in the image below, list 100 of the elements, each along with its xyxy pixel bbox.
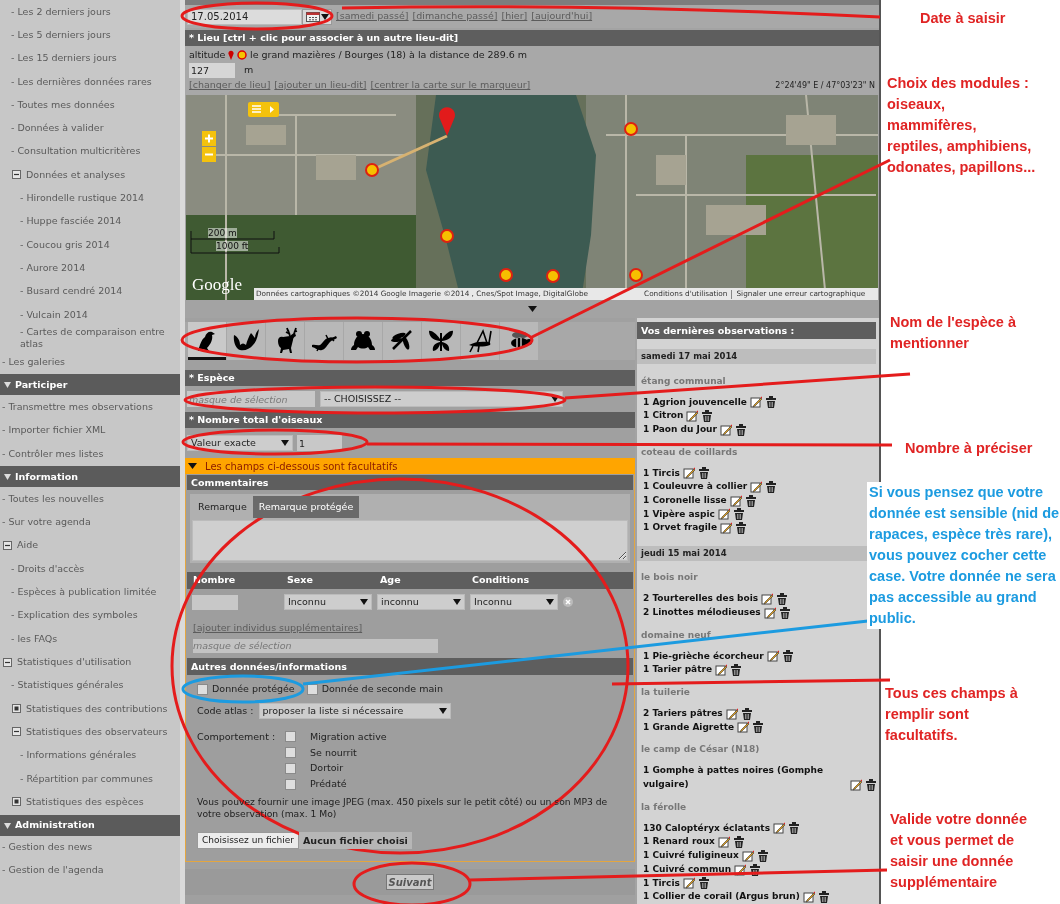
sidebar-link[interactable]: - Toutes les nouvelles [2,493,104,505]
delete-icon[interactable] [764,396,777,409]
delete-icon[interactable] [765,481,778,493]
comment-field[interactable] [192,520,628,561]
date-shortcut-link[interactable]: [aujourd'hui] [531,9,593,24]
collapse-icon[interactable] [12,170,21,180]
delete-icon[interactable] [697,877,710,890]
edit-icon[interactable] [725,707,738,720]
map-marker-icon[interactable] [365,163,379,177]
next-button[interactable]: Suivant [385,874,435,891]
checkbox[interactable] [285,778,296,790]
edit-icon[interactable] [682,877,695,890]
delete-icon[interactable] [756,849,769,862]
sidebar-link[interactable]: - les FAQs [11,632,58,645]
edit-icon[interactable] [802,890,815,903]
atlas-code-dropdown[interactable]: proposer la liste si nécessaire [258,703,451,719]
sidebar-link[interactable]: - Consultation multicritères [11,145,141,158]
edit-icon[interactable] [682,467,695,480]
module-tab[interactable] [422,322,460,360]
sidebar-link[interactable]: - Importer fichier XML [2,424,106,437]
checkbox[interactable] [285,731,296,743]
edit-icon[interactable] [729,494,742,507]
module-tab[interactable] [266,322,304,360]
date-field[interactable]: 17.05.2014 [187,8,302,25]
delete-icon[interactable] [744,494,757,507]
edit-icon[interactable] [850,778,862,791]
sidebar-group-label[interactable]: Données et analyses [26,167,126,182]
choose-file-button[interactable]: Choisissez un fichier [197,832,299,850]
sidebar-link[interactable]: - Toutes mes données [11,98,115,111]
place-link[interactable]: [ajouter un lieu-dit] [274,78,367,93]
checkbox[interactable] [306,683,318,695]
attribute-dropdown[interactable]: Inconnu [470,594,558,610]
sidebar-link[interactable]: - Sur votre agenda [2,516,91,529]
date-shortcut-link[interactable]: [samedi passé] [336,9,409,24]
collapse-icon[interactable] [12,727,21,737]
sidebar-link[interactable]: - Données à valider [11,122,104,135]
delete-icon[interactable] [865,778,877,791]
map-marker-icon[interactable] [629,268,643,282]
sidebar-section-header[interactable]: Participer [0,374,180,396]
delete-icon[interactable] [730,663,742,676]
attribute-dropdown[interactable]: Inconnu [284,594,372,610]
delete-icon[interactable] [778,606,791,619]
map-marker-icon[interactable] [499,268,513,282]
mask-field[interactable]: masque de sélection [193,639,438,653]
sidebar-link[interactable]: - Droits d'accès [11,562,85,575]
sidebar-group-label[interactable]: Statistiques des contributions [26,701,168,716]
add-individuals-link[interactable]: [ajouter individus supplémentaires] [193,621,363,635]
delete-icon[interactable] [740,707,753,720]
checkbox[interactable] [285,747,296,759]
edit-icon[interactable] [717,508,730,521]
date-shortcut-link[interactable]: [dimanche passé] [412,9,498,24]
sidebar-link[interactable]: - Les galeries [2,355,66,368]
species-dropdown[interactable]: -- CHOISISSEZ -- [320,391,563,407]
sidebar-group-label[interactable]: Aide [17,538,38,553]
sidebar-link[interactable]: - Les 5 derniers jours [11,28,111,41]
delete-icon[interactable] [752,721,765,734]
sidebar-link[interactable]: - Contrôler mes listes [2,447,104,460]
sidebar-group-label[interactable]: Statistiques des observateurs [26,724,168,740]
module-tab[interactable] [305,322,343,360]
delete-icon[interactable] [697,467,710,480]
edit-icon[interactable] [734,863,747,876]
edit-icon[interactable] [750,481,763,493]
delete-icon[interactable] [732,508,745,521]
collapse-map-icon[interactable] [527,306,537,312]
edit-icon[interactable] [749,396,762,409]
delete-icon[interactable] [788,822,800,835]
map-marker-icon[interactable] [546,269,560,283]
sidebar-link[interactable]: - Espèces à publication limitée [11,586,157,599]
delete-icon[interactable] [749,863,762,876]
edit-icon[interactable] [686,409,699,422]
place-link[interactable]: [centrer la carte sur le marqueur] [370,78,531,93]
expand-icon[interactable] [12,797,21,807]
delete-icon[interactable] [735,522,748,535]
sidebar-link[interactable]: - Informations générales [20,749,137,762]
sidebar-link[interactable]: - Explication des symboles [11,609,138,622]
sidebar-link[interactable]: - Gestion des news [2,841,93,854]
module-tab[interactable] [383,322,421,360]
expand-icon[interactable] [12,704,21,714]
altitude-field[interactable]: 127 [189,62,235,78]
edit-icon[interactable] [761,592,774,605]
sidebar-link[interactable]: - Vulcain 2014 [20,308,88,321]
sidebar-link[interactable]: - Huppe fasciée 2014 [20,215,122,228]
edit-icon[interactable] [741,849,754,862]
sidebar-link[interactable]: - Les 15 derniers jours [11,52,117,65]
sidebar-link[interactable]: - Les 2 derniers jours [11,5,111,18]
collapse-icon[interactable] [3,541,12,551]
delete-icon[interactable] [732,836,745,849]
delete-icon[interactable] [817,890,830,903]
number-field[interactable] [192,594,238,610]
sidebar-section-header[interactable]: Administration [0,814,180,836]
edit-icon[interactable] [737,721,750,734]
sidebar-link[interactable]: - Gestion de l'agenda [2,864,104,877]
sidebar-section-header[interactable]: Information [0,466,180,488]
sidebar-link[interactable]: - Hirondelle rustique 2014 [20,192,145,204]
delete-icon[interactable] [734,423,747,436]
collapse-icon[interactable] [3,657,12,667]
map-marker-icon[interactable] [440,229,454,243]
sidebar-link[interactable]: - Coucou gris 2014 [20,238,110,251]
map-marker-icon[interactable] [624,122,638,136]
edit-icon[interactable] [763,606,776,619]
